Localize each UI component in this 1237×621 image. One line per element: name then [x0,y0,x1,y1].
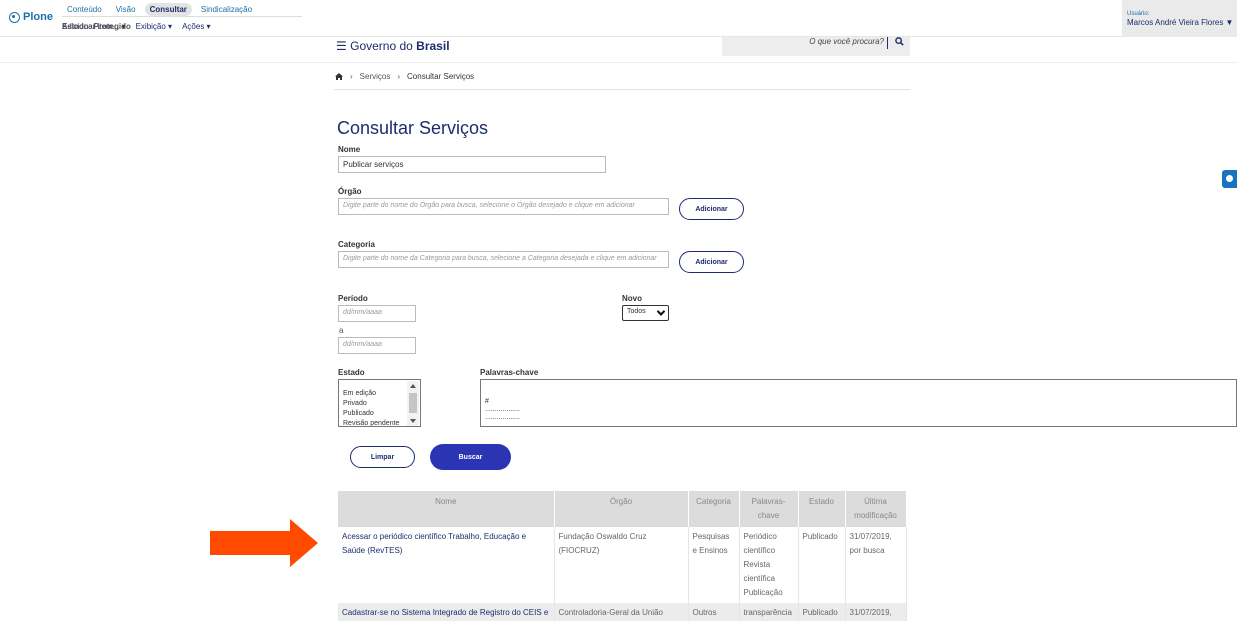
orgao-input[interactable]: Digite parte do nome do Órgão para busca… [338,198,669,215]
novo-select-value: Todos [627,308,646,315]
palavras-label: Palavras-chave [480,368,539,377]
breadcrumb-current: Consultar Serviços [407,72,475,81]
cell-categoria: Outros Serviços [688,603,740,621]
date-end-input[interactable]: dd/mm/aaaa [338,337,416,354]
gov-brand[interactable]: ☰ Governo do Brasil [336,39,450,53]
scroll-down-icon[interactable] [410,419,416,423]
table-row: Cadastrar-se no Sistema Integrado de Reg… [338,603,907,621]
plone-status-bar: Estado: Protegido Adicionar item... ▾ Ex… [62,22,211,31]
table-row: Acessar o periódico científico Trabalho,… [338,527,907,603]
cell-categoria: Pesquisas e Ensinos [688,527,740,603]
period-separator: a [339,326,344,335]
chevron-down-icon [656,307,666,316]
estado-option[interactable]: Publicado [343,409,416,419]
gov-search[interactable]: O que você procura? [722,37,910,56]
actions-menu[interactable]: Ações ▾ [182,22,210,31]
home-icon[interactable] [335,73,343,80]
col-categoria[interactable]: Categoria [688,491,740,527]
listbox-scrollbar[interactable] [407,381,419,426]
clear-button[interactable]: Limpar [350,446,415,468]
chevron-right-icon: › [397,72,401,81]
col-orgao[interactable]: Órgão [554,491,689,527]
plone-toolbar: Plone Conteúdo Visão Consultar Sindicali… [0,0,1237,37]
col-estado[interactable]: Estado [798,491,846,527]
divider [334,89,910,90]
cell-modificacao: 31/07/2019, por busca [845,603,907,621]
cell-palavras: transparência empresas [739,603,799,621]
tab-divider [62,16,302,17]
cell-nome-link[interactable]: Cadastrar-se no Sistema Integrado de Reg… [338,603,555,621]
nome-input[interactable]: Publicar serviços [338,156,606,173]
tab-visao[interactable]: Visão [111,3,141,16]
estado-label: Estado [338,368,365,377]
estado-option[interactable]: Revisão pendente [343,419,416,426]
categoria-input[interactable]: Digite parte do nome da Categoria para b… [338,251,669,268]
table-header-row: Nome Órgão Categoria Palavras-chave Esta… [338,491,907,527]
col-modificacao[interactable]: Última modificação [845,491,907,527]
gov-header [0,37,1237,63]
results-table: Nome Órgão Categoria Palavras-chave Esta… [338,491,907,621]
col-palavras[interactable]: Palavras-chave [739,491,799,527]
estado-option[interactable]: Em edição [343,389,416,399]
scroll-up-icon[interactable] [410,384,416,388]
page-title: Consultar Serviços [337,118,489,138]
categoria-label: Categoria [338,240,375,249]
cell-nome-link[interactable]: Acessar o periódico científico Trabalho,… [338,527,555,603]
user-name[interactable]: Marcos André Vieira Flores ▼ [1127,18,1233,27]
nome-label: Nome [338,145,361,154]
search-placeholder[interactable]: O que você procura? [809,37,884,46]
display-menu[interactable]: Exibição ▾ [136,22,172,31]
search-button[interactable]: Buscar [430,444,511,470]
search-divider [887,37,888,49]
plone-logo[interactable]: Plone [9,11,53,23]
search-icon[interactable] [895,37,904,46]
novo-label: Novo [622,294,642,303]
plone-logo-icon [9,11,20,23]
tab-conteudo[interactable]: Conteúdo [62,3,107,16]
accessibility-widget-icon[interactable] [1222,170,1237,188]
tab-sindicalizacao[interactable]: Sindicalização [196,3,257,16]
scroll-thumb[interactable] [409,393,417,413]
annotation-arrow-icon [210,519,318,567]
col-nome[interactable]: Nome [338,491,555,527]
date-start-input[interactable]: dd/mm/aaaa [338,305,416,322]
cell-palavras: Periódico científico Revista científica … [739,527,799,603]
palavras-textarea[interactable]: # .................. .................. [480,379,1237,427]
plone-tabs: Conteúdo Visão Consultar Sindicalização [62,3,257,16]
cell-orgao: Fundação Oswaldo Cruz (FIOCRUZ) [554,527,689,603]
cell-modificacao: 31/07/2019, por busca [845,527,907,603]
add-categoria-button[interactable]: Adicionar [679,251,744,273]
chevron-right-icon: › [350,72,353,81]
cell-estado: Publicado [798,527,846,603]
menu-icon[interactable]: ☰ [336,39,347,53]
breadcrumb-servicos[interactable]: Serviços [360,72,391,81]
state-label: Estado: Protegido [62,22,131,31]
breadcrumb: › Serviços › Consultar Serviços [335,72,474,81]
orgao-label: Órgão [338,187,362,196]
estado-listbox[interactable]: Em edição Privado Publicado Revisão pend… [338,379,421,427]
novo-select[interactable]: Todos [622,305,669,321]
user-label: Usuário: [1127,11,1150,17]
cell-orgao: Controladoria-Geral da União (CGU) [554,603,689,621]
cell-estado: Publicado [798,603,846,621]
add-orgao-button[interactable]: Adicionar [679,198,744,220]
periodo-label: Período [338,294,368,303]
tab-consultar[interactable]: Consultar [144,3,192,16]
user-menu[interactable]: Usuário: Marcos André Vieira Flores ▼ [1122,0,1237,37]
estado-option[interactable]: Privado [343,399,416,409]
